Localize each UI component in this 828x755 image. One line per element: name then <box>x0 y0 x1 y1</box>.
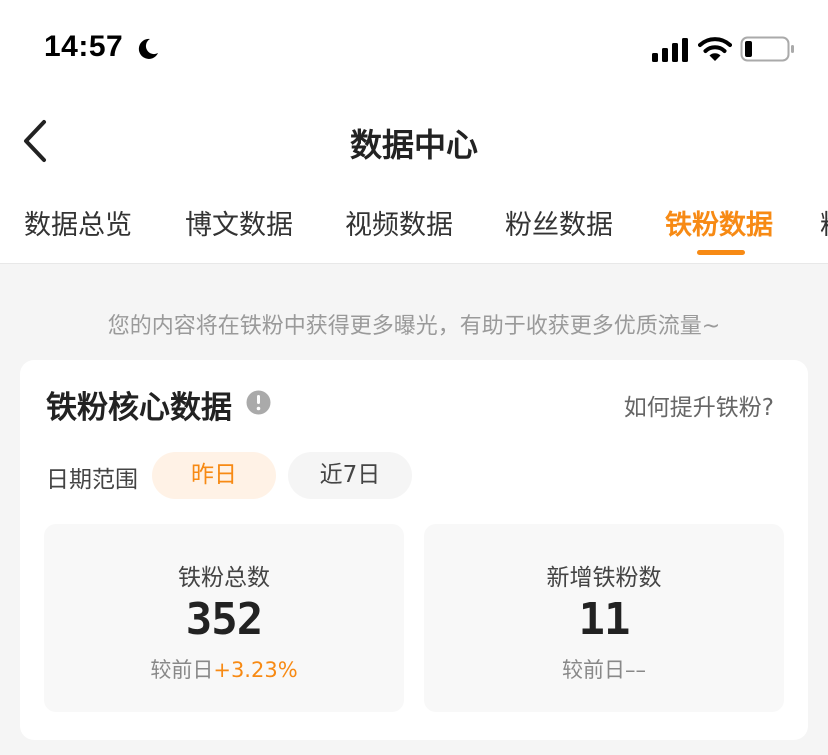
page-title: 数据中心 <box>349 126 478 164</box>
wifi-icon <box>698 37 732 61</box>
compare-value: –– <box>625 658 646 682</box>
header-area: 14:57 数据中心 数据总览 博文数据 视频数据 粉丝数据 铁粉数据 粉 <box>0 0 828 264</box>
tab-posts[interactable]: 博文数据 <box>185 203 293 242</box>
iron-fans-core-card: 铁粉核心数据 如何提升铁粉? 日期范围 昨日 近7日 铁粉总数 352 较前日+… <box>20 360 808 740</box>
stat-value: 11 <box>578 594 631 645</box>
tip-text: 您的内容将在铁粉中获得更多曝光，有助于收获更多优质流量~ <box>107 314 721 339</box>
how-to-improve-link[interactable]: 如何提升铁粉? <box>624 388 774 422</box>
compare-label: 较前日 <box>150 658 214 682</box>
range-7-days-button[interactable]: 近7日 <box>288 452 412 499</box>
tab-videos[interactable]: 视频数据 <box>345 203 453 242</box>
card-title: 铁粉核心数据 <box>46 390 232 426</box>
tab-iron-fans[interactable]: 铁粉数据 <box>665 203 773 242</box>
date-range-label: 日期范围 <box>46 467 138 493</box>
tab-fans[interactable]: 粉丝数据 <box>505 203 613 242</box>
tab-next-partial[interactable]: 粉 <box>820 203 828 242</box>
tab-overview[interactable]: 数据总览 <box>24 203 132 242</box>
info-icon[interactable] <box>246 390 271 415</box>
stat-compare: 较前日+3.23% <box>44 654 404 684</box>
active-tab-indicator <box>697 250 745 255</box>
tab-bar: 数据总览 博文数据 视频数据 粉丝数据 铁粉数据 粉 <box>0 195 828 263</box>
compare-label: 较前日 <box>562 658 625 682</box>
cellular-signal-icon <box>652 38 688 62</box>
compare-value: +3.23% <box>213 658 298 682</box>
stat-compare: 较前日–– <box>424 654 784 684</box>
moon-icon <box>138 38 158 59</box>
range-yesterday-button[interactable]: 昨日 <box>152 452 276 499</box>
stat-label: 铁粉总数 <box>178 565 270 591</box>
stat-label: 新增铁粉数 <box>546 565 662 591</box>
stat-total-iron-fans: 铁粉总数 352 较前日+3.23% <box>44 524 404 712</box>
stat-new-iron-fans: 新增铁粉数 11 较前日–– <box>424 524 784 712</box>
stat-value: 352 <box>185 594 263 645</box>
status-time: 14:57 <box>44 30 124 63</box>
battery-icon <box>740 36 794 62</box>
status-bar: 14:57 <box>0 0 828 100</box>
